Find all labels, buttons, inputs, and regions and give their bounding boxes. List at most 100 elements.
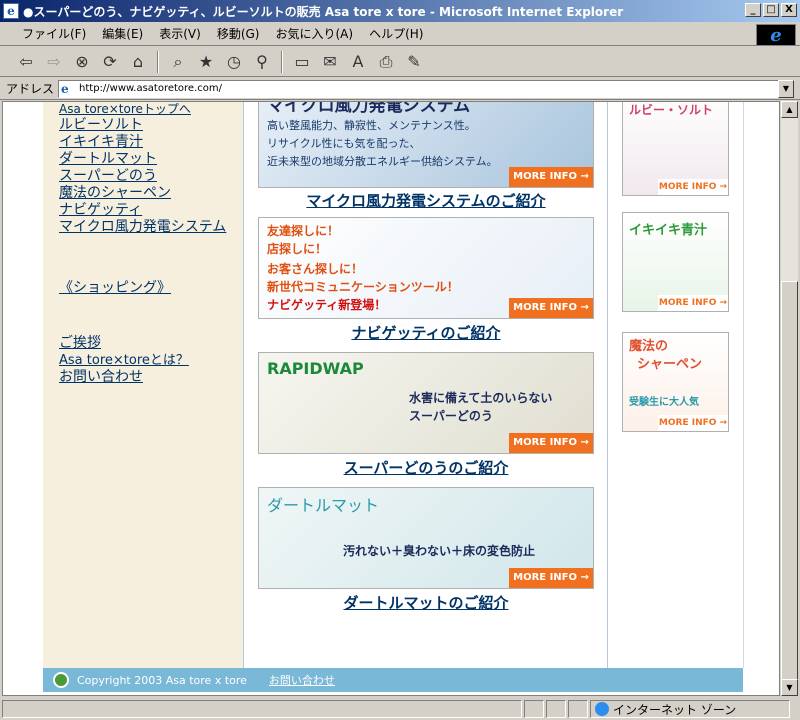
more-info-button[interactable]: MORE INFO →	[658, 179, 728, 195]
address-bar: アドレス e http://www.asatoretore.com/	[0, 78, 800, 100]
status-message	[2, 700, 522, 718]
status-bar: インターネット ゾーン	[0, 698, 800, 720]
nav-navigetti[interactable]: ナビゲッティ	[59, 202, 227, 219]
center-content: マイクロ風力発電システム 高い整風能力、静寂性、メンテナンス性。 リサイクル性に…	[243, 102, 608, 668]
nav-top[interactable]: Asa tore×toreトップへ	[59, 102, 227, 117]
address-url: http://www.asatoretore.com/	[79, 83, 222, 94]
scroll-thumb[interactable]	[781, 281, 798, 681]
nav-magic-pencil[interactable]: 魔法のシャーペン	[59, 185, 227, 202]
channels-icon[interactable]: ⚲	[250, 50, 274, 74]
banner-text: 水害に備えて土のいらない	[409, 391, 553, 405]
menu-edit[interactable]: 編集(E)	[94, 23, 151, 44]
side-banner-title: イキイキ青汁	[629, 223, 708, 238]
nav-super-donou[interactable]: スーパーどのう	[59, 168, 227, 185]
scroll-down-button[interactable]: ▼	[781, 679, 798, 696]
more-info-button[interactable]: MORE INFO →	[509, 167, 593, 187]
page-footer: Copyright 2003 Asa tore x tore お問い合わせ	[43, 668, 743, 692]
menu-view[interactable]: 表示(V)	[151, 23, 209, 44]
side-banner-aojiru[interactable]: イキイキ青汁 MORE INFO →	[622, 212, 729, 312]
footer-logo-icon	[53, 672, 69, 688]
favorites-icon[interactable]: ★	[194, 50, 218, 74]
page-icon: e	[61, 81, 69, 96]
menu-help[interactable]: ヘルプ(H)	[361, 23, 431, 44]
more-info-button[interactable]: MORE INFO →	[509, 568, 593, 588]
toolbar: ⇦ ⇨ ⊗ ⟳ ⌂ ⌕ ★ ◷ ⚲ ▭ ✉ A ⎙ ✎	[0, 47, 800, 77]
banner-text: 近未来型の地域分散エネルギー供給システム。	[267, 155, 498, 168]
zone-label: インターネット ゾーン	[613, 702, 737, 717]
home-icon[interactable]: ⌂	[126, 50, 150, 74]
banner-text: RAPIDWAP	[267, 359, 364, 378]
side-banner-magic-pencil[interactable]: 魔法の シャーペン 受験生に大人気 MORE INFO →	[622, 332, 729, 432]
right-margin	[743, 102, 779, 668]
nav-shopping[interactable]: 《ショッピング》	[59, 280, 227, 297]
more-info-button[interactable]: MORE INFO →	[658, 415, 728, 431]
forward-icon[interactable]: ⇨	[42, 50, 66, 74]
banner-micro-wind[interactable]: マイクロ風力発電システム 高い整風能力、静寂性、メンテナンス性。 リサイクル性に…	[258, 101, 594, 188]
nav-greeting[interactable]: ご挨拶	[59, 335, 227, 352]
caption-micro-wind[interactable]: マイクロ風力発電システムのご紹介	[258, 190, 594, 211]
copyright-text: Copyright 2003 Asa tore x tore	[77, 673, 247, 687]
fullscreen-icon[interactable]: ▭	[290, 50, 314, 74]
banner-title: マイクロ風力発電システム	[267, 101, 471, 116]
status-cell	[546, 700, 566, 718]
more-info-button[interactable]: MORE INFO →	[658, 295, 728, 311]
menu-bar: ファイル(F) 編集(E) 表示(V) 移動(G) お気に入り(A) ヘルプ(H…	[0, 22, 800, 46]
more-info-button[interactable]: MORE INFO →	[509, 433, 593, 453]
print-icon[interactable]: ⎙	[374, 50, 398, 74]
banner-text: ナビゲッティ新登場！	[267, 298, 387, 312]
side-banner-title: 魔法の	[629, 339, 669, 354]
caption-dartle-mat[interactable]: ダートルマットのご紹介	[258, 592, 594, 613]
nav-ruby-salt[interactable]: ルビーソルト	[59, 117, 227, 134]
banner-super-donou[interactable]: RAPIDWAP 水害に備えて土のいらない スーパーどのう MORE INFO …	[258, 352, 594, 454]
close-button[interactable]: X	[781, 3, 797, 17]
refresh-icon[interactable]: ⟳	[98, 50, 122, 74]
banner-text: 店探しに！	[267, 242, 328, 256]
left-nav: Asa tore×toreトップへ ルビーソルト イキイキ青汁 ダートルマット …	[43, 102, 243, 668]
menu-file[interactable]: ファイル(F)	[14, 23, 94, 44]
banner-text: リサイクル性にも気を配った、	[267, 137, 421, 150]
nav-contact[interactable]: お問い合わせ	[59, 369, 227, 386]
menu-favorites[interactable]: お気に入り(A)	[267, 23, 361, 44]
more-info-button[interactable]: MORE INFO →	[509, 298, 593, 318]
ie-page-icon: e	[3, 3, 19, 19]
nav-micro-wind[interactable]: マイクロ風力発電システム	[59, 219, 227, 236]
banner-navigetti[interactable]: 友達探しに！ 店探しに！ お客さん探しに！ 新世代コミュニケーションツール！ ナ…	[258, 217, 594, 319]
status-cell	[524, 700, 544, 718]
globe-icon	[595, 702, 609, 716]
search-icon[interactable]: ⌕	[166, 50, 190, 74]
status-cell	[568, 700, 588, 718]
side-banner-tagline: 受験生に大人気	[629, 397, 699, 408]
toolbar-separator	[157, 50, 159, 73]
scroll-up-button[interactable]: ▲	[781, 101, 798, 118]
banner-text: 新世代コミュニケーションツール！	[267, 280, 459, 294]
right-column: ルビー・ソルト MORE INFO → イキイキ青汁 MORE INFO → 魔…	[609, 102, 744, 668]
nav-dartle-mat[interactable]: ダートルマット	[59, 151, 227, 168]
edit-icon[interactable]: ✎	[402, 50, 426, 74]
caption-super-donou[interactable]: スーパーどのうのご紹介	[258, 457, 594, 478]
mail-icon[interactable]: ✉	[318, 50, 342, 74]
menu-go[interactable]: 移動(G)	[209, 23, 268, 44]
ie-logo-icon: e	[756, 24, 796, 46]
maximize-button[interactable]: □	[763, 3, 779, 17]
window-title: ●スーパーどのう、ナビゲッティ、ルビーソルトの販売 Asa tore x tor…	[23, 4, 624, 19]
banner-text: 汚れない＋臭わない＋床の変色防止	[343, 544, 536, 558]
stop-icon[interactable]: ⊗	[70, 50, 94, 74]
banner-dartle-mat[interactable]: ダートルマット 汚れない＋臭わない＋床の変色防止 MORE INFO →	[258, 487, 594, 589]
caption-navigetti[interactable]: ナビゲッティのご紹介	[258, 322, 594, 343]
page-viewport: Asa tore×toreトップへ ルビーソルト イキイキ青汁 ダートルマット …	[2, 101, 780, 696]
vertical-scrollbar[interactable]: ▲ ▼	[781, 101, 798, 696]
font-icon[interactable]: A	[346, 50, 370, 74]
banner-text: 高い整風能力、静寂性、メンテナンス性。	[267, 119, 476, 132]
back-icon[interactable]: ⇦	[14, 50, 38, 74]
address-dropdown-button[interactable]: ▼	[778, 80, 794, 98]
address-label: アドレス	[6, 82, 55, 96]
toolbar-separator	[281, 50, 283, 73]
history-icon[interactable]: ◷	[222, 50, 246, 74]
side-banner-ruby-salt[interactable]: ルビー・ソルト MORE INFO →	[622, 102, 729, 196]
minimize-button[interactable]: _	[745, 3, 761, 17]
footer-contact-link[interactable]: お問い合わせ	[269, 672, 335, 688]
nav-about[interactable]: Asa tore×toreとは？	[59, 352, 227, 369]
address-input[interactable]: e http://www.asatoretore.com/	[58, 79, 789, 98]
side-banner-title: ルビー・ソルト	[629, 103, 714, 117]
nav-aojiru[interactable]: イキイキ青汁	[59, 134, 227, 151]
